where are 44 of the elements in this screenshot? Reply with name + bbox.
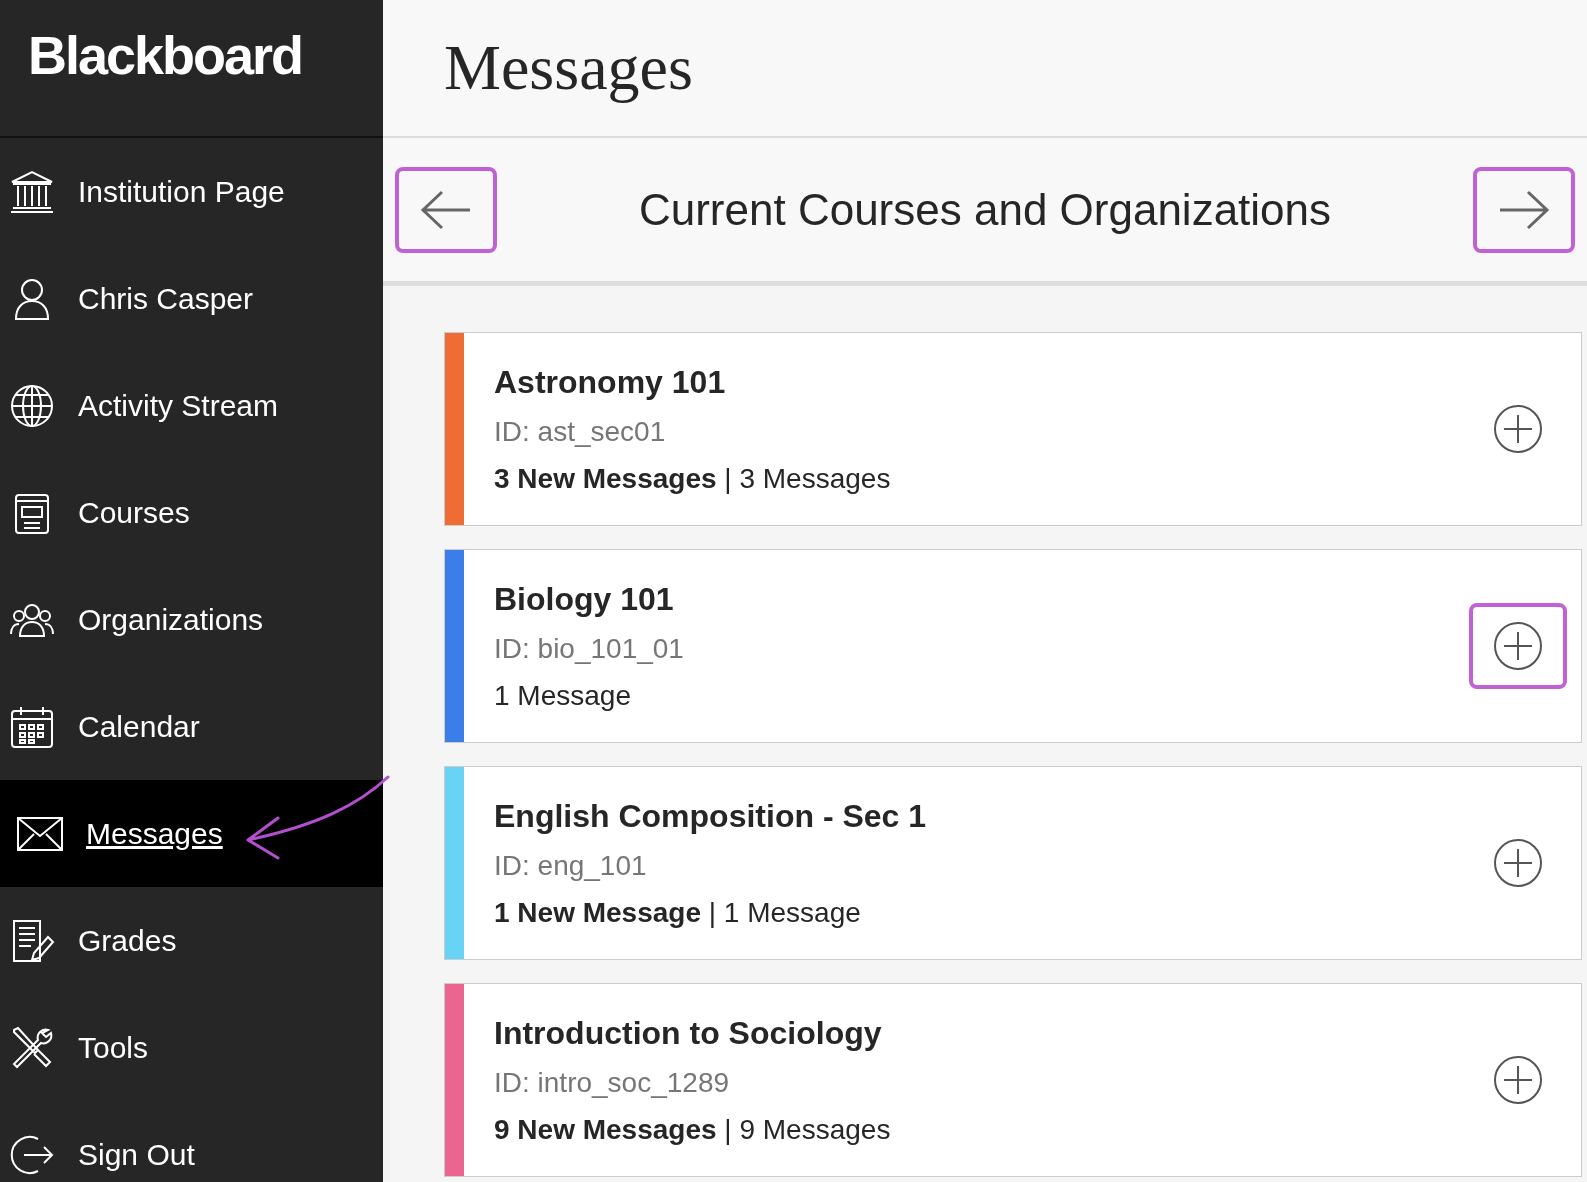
sidebar-label: Chris Casper [78,281,254,317]
plus-circle-icon [1493,838,1543,888]
message-count: 9 New Messages | 9 Messages [494,1113,892,1147]
forward-arrow-button[interactable] [1473,166,1575,253]
course-title: Biology 101 [494,580,675,619]
left-arrow-icon [420,189,472,230]
sidebar-label: Tools [78,1030,149,1066]
plus-circle-icon [1493,404,1543,454]
sidebar-label: Organizations [78,602,264,638]
sidebar-item[interactable]: Organizations [0,566,383,673]
sidebar-label: Sign Out [78,1137,195,1173]
course-id: ID: ast_sec01 [494,415,667,449]
sidebar-item[interactable]: Sign Out [0,1101,383,1182]
message-count: 3 New Messages | 3 Messages [494,462,892,496]
course-title: English Composition - Sec 1 [494,797,928,836]
message-count: 1 Message [494,679,632,713]
sidebar-item[interactable]: Messages [0,780,383,887]
sidebar-label: Activity Stream [78,388,279,424]
sidebar-label: Messages [86,816,223,852]
sidebar-item[interactable]: Institution Page [0,138,383,245]
sidebar-item[interactable]: Calendar [0,673,383,780]
page-title: Messages [444,31,693,105]
sidebar-item[interactable]: Tools [0,994,383,1101]
sidebar-label: Courses [78,495,190,531]
section-title: Current Courses and Organizations [638,183,1332,236]
right-arrow-icon [1498,189,1550,230]
add-button[interactable] [1469,603,1567,689]
sidebar-item[interactable]: Activity Stream [0,352,383,459]
course-id: ID: eng_101 [494,849,648,883]
sidebar-label: Grades [78,923,177,959]
plus-circle-icon [1493,621,1543,671]
sidebar-item[interactable]: Courses [0,459,383,566]
message-count: 1 New Message | 1 Message [494,896,862,930]
plus-circle-icon [1493,1055,1543,1105]
course-id: ID: intro_soc_1289 [494,1066,731,1100]
sidebar-item[interactable]: Grades [0,887,383,994]
sidebar-label: Calendar [78,709,200,745]
logo: Blackboard [28,28,303,82]
back-arrow-button[interactable] [395,166,497,253]
sidebar-label: Institution Page [78,174,285,210]
course-id: ID: bio_101_01 [494,632,685,666]
sidebar-item[interactable]: Chris Casper [0,245,383,352]
course-title: Introduction to Sociology [494,1014,883,1053]
course-title: Astronomy 101 [494,363,727,402]
